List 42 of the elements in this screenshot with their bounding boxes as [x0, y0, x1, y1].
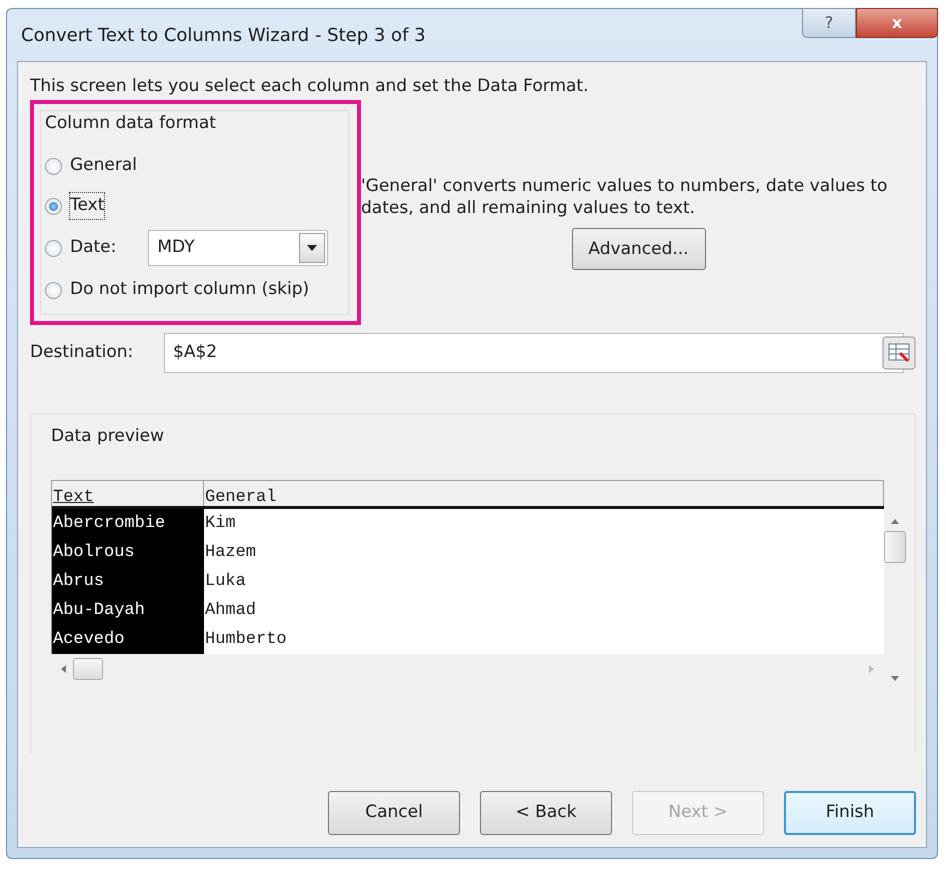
dropdown-arrow-icon: [307, 245, 318, 251]
scroll-left-icon[interactable]: [59, 664, 67, 674]
window-title: Convert Text to Columns Wizard - Step 3 of 3: [21, 24, 426, 48]
table-cell: Abercrombie: [52, 508, 204, 538]
table-cell-text: Hazem: [204, 542, 258, 564]
column-header[interactable]: Text: [52, 480, 204, 506]
option-label[interactable]: Do not import column (skip): [70, 277, 310, 303]
description-text: 'General' converts numeric values to numbers, date values to dates, and all remaining values to text.: [361, 174, 888, 220]
dialog-button[interactable]: Cancel: [328, 791, 460, 835]
table-cell: Acevedo: [52, 624, 204, 654]
table-cell-text: Kim: [204, 512, 237, 534]
instruction-text: This screen lets you select each column and set the Data Format.: [30, 76, 588, 96]
destination-field[interactable]: $A$2: [164, 333, 904, 373]
data-preview-grid[interactable]: Text General Abercrombie Kim Abolrous Hazem Abrus Luka Abu-Dayah Ahmad Acevedo Humberto: [51, 480, 884, 654]
scrollbar-thumb[interactable]: [884, 530, 906, 562]
radio-button[interactable]: [45, 282, 62, 298]
dialog-button[interactable]: Finish: [784, 791, 916, 835]
column-header[interactable]: General: [204, 480, 884, 506]
radio-button[interactable]: [45, 240, 62, 256]
scroll-right-icon[interactable]: [868, 664, 876, 674]
group-title: Data preview: [51, 426, 164, 446]
table-cell-text: Ahmad: [204, 600, 258, 622]
option-label[interactable]: General: [70, 153, 137, 179]
option-label[interactable]: Date:: [70, 235, 116, 261]
table-cell: Abrus: [52, 566, 204, 596]
scrollbar-thumb[interactable]: [73, 658, 103, 680]
radio-button[interactable]: [45, 158, 62, 174]
destination-label: Destination:: [30, 341, 134, 364]
table-cell: Abu-Dayah: [52, 596, 204, 624]
scroll-down-icon[interactable]: [890, 674, 900, 682]
radio-button[interactable]: [45, 198, 62, 214]
table-cell: Abolrous: [52, 538, 204, 566]
help-button[interactable]: ?: [802, 8, 856, 38]
date-order-dropdown[interactable]: MDY: [148, 230, 328, 266]
scroll-up-icon[interactable]: [890, 516, 900, 524]
option-label[interactable]: Text: [70, 193, 104, 219]
table-cell-text: Humberto: [204, 628, 288, 650]
range-picker-icon[interactable]: [882, 336, 916, 370]
table-cell-text: Luka: [204, 570, 247, 592]
dialog-button[interactable]: < Back: [480, 791, 612, 835]
group-title: Column data format: [45, 112, 216, 134]
advanced-button[interactable]: Advanced...: [572, 228, 706, 270]
